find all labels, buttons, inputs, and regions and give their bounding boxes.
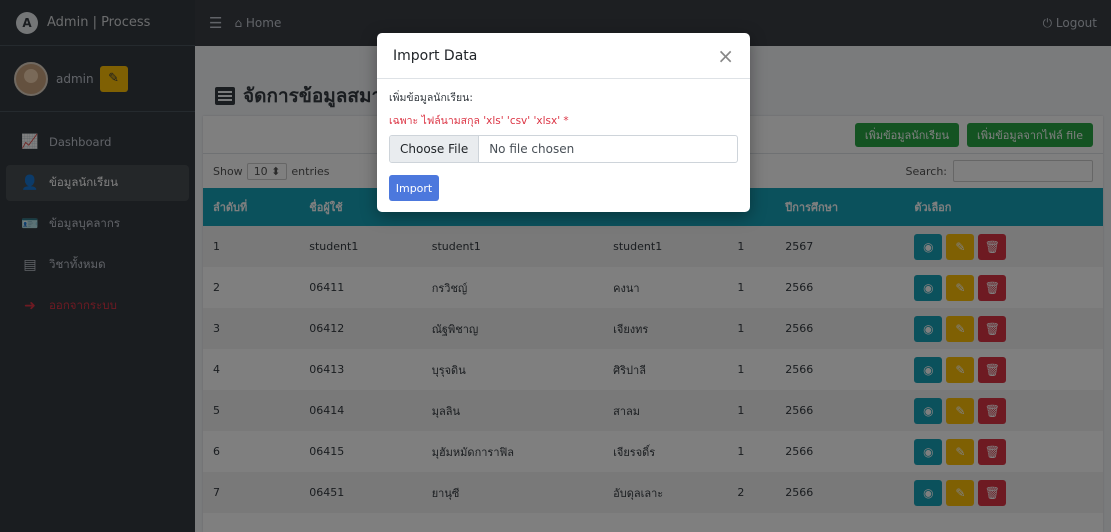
file-type-note: เฉพาะ ไฟล์นามสกุล 'xls' 'csv' 'xlsx' * [389,115,569,127]
import-modal: Import Data × เพิ่มข้อมูลนักเรียน: เฉพาะ… [377,33,750,212]
choose-file-button[interactable]: Choose File [390,136,480,162]
file-input[interactable]: Choose File No file chosen [389,135,738,163]
close-icon[interactable]: × [717,46,734,66]
modal-header: Import Data × [377,33,750,79]
modal-title: Import Data [393,47,478,64]
file-status-text: No file chosen [489,142,575,156]
modal-body: เพิ่มข้อมูลนักเรียน: เฉพาะ ไฟล์นามสกุล '… [377,79,750,201]
import-button[interactable]: Import [389,175,439,201]
field-label: เพิ่มข้อมูลนักเรียน: [389,92,473,104]
